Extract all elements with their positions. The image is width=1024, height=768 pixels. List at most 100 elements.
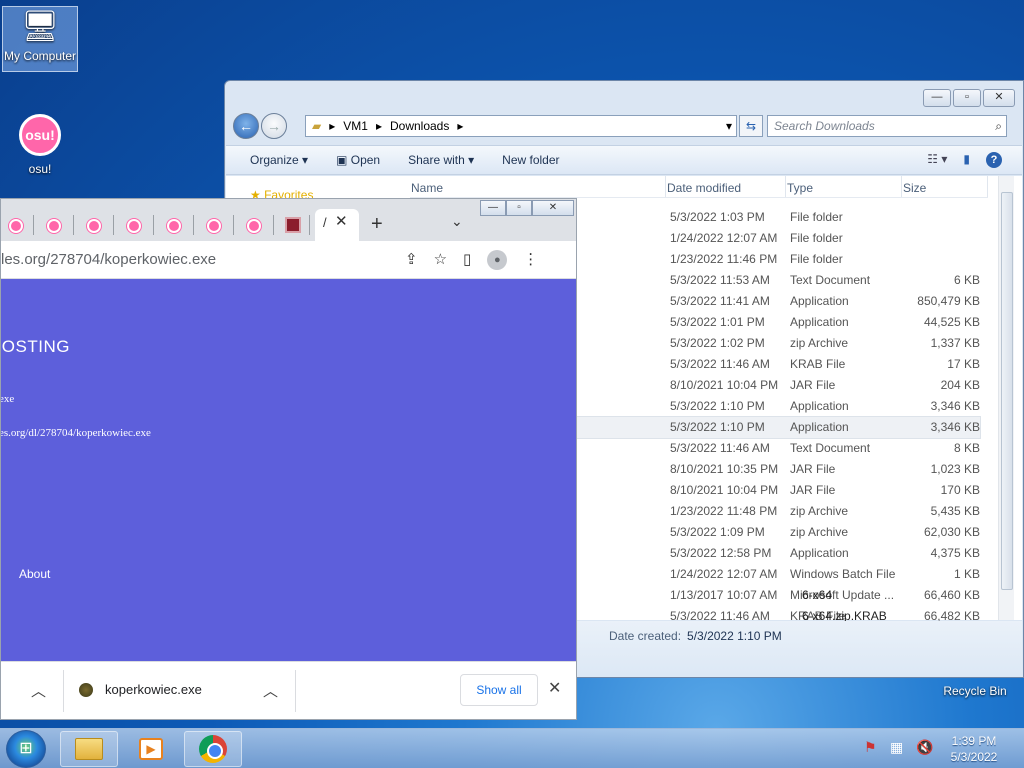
url-text[interactable]: les.org/278704/koperkowiec.exe (1, 251, 216, 268)
desktop-icon-osu[interactable]: osu! osu! (2, 114, 78, 176)
taskbar-explorer[interactable] (60, 731, 118, 767)
about-link[interactable]: About (19, 567, 50, 581)
osu-tab-icon[interactable] (207, 219, 221, 233)
address-dropdown-icon[interactable]: ▾ (726, 119, 736, 133)
close-icon[interactable]: ✕ (548, 678, 561, 698)
file-row[interactable]: 5/3/2022 1:02 PM zip Archive 1,337 KB (576, 333, 980, 354)
file-row[interactable]: 6-x64 1/13/2017 10:07 AM Microsoft Update … (576, 585, 980, 606)
download-separator (63, 670, 64, 712)
new-tab-button[interactable]: + (371, 213, 383, 236)
osu-tab-icon[interactable] (127, 219, 141, 233)
new-folder-button[interactable]: New folder (502, 153, 559, 167)
file-row[interactable]: 5/3/2022 1:09 PM zip Archive 62,030 KB (576, 522, 980, 543)
forward-button[interactable]: → (261, 113, 287, 139)
file-size: 170 KB (940, 483, 980, 497)
taskbar-media-player[interactable]: ▶ (122, 731, 180, 767)
windows-logo-icon: ⊞ (19, 740, 33, 757)
close-button[interactable]: ✕ (532, 200, 574, 216)
menu-kebab-icon[interactable]: ⋮ (523, 250, 538, 270)
network-icon[interactable]: ▦ (890, 739, 906, 755)
vertical-scrollbar[interactable] (998, 176, 1014, 620)
file-size: 3,346 KB (930, 420, 980, 434)
side-panel-icon[interactable]: ▯ (463, 250, 471, 270)
file-row[interactable]: 5/3/2022 11:53 AM Text Document 6 KB (576, 270, 980, 291)
open-button[interactable]: ▣ Open (336, 153, 380, 167)
web-page: HOSTING exe es.org/dl/278704/koperkowiec… (1, 279, 576, 661)
desktop-icon-my-computer[interactable]: 🖥 My Computer (2, 6, 78, 72)
omnibox[interactable]: les.org/278704/koperkowiec.exe ⇪ ☆ ▯ ● ⋮ (1, 241, 576, 279)
address-bar[interactable]: ▰ ▸ VM1 ▸ Downloads ▸ ▾ (305, 115, 737, 137)
help-icon[interactable]: ? (986, 152, 1002, 168)
osu-tab-icon[interactable] (87, 219, 101, 233)
osu-tab-icon[interactable] (47, 219, 61, 233)
file-date: 8/10/2021 10:35 PM (670, 462, 779, 476)
profile-avatar-icon[interactable]: ● (487, 250, 508, 270)
tab-active[interactable]: / ✕ (315, 209, 359, 241)
osu-tab-icon[interactable] (9, 219, 23, 233)
file-size: 1 KB (953, 567, 980, 581)
action-center-flag-icon[interactable]: ⚑ (864, 739, 880, 755)
close-button[interactable]: ✕ (983, 89, 1015, 107)
file-row[interactable]: 1/23/2022 11:46 PM File folder (576, 249, 980, 270)
desktop-icon-recycle-bin[interactable]: Recycle Bin (940, 682, 1010, 698)
file-row[interactable]: 8/10/2021 10:35 PM JAR File 1,023 KB (576, 459, 980, 480)
download-shelf: ︿ koperkowiec.exe ︿ Show all ✕ (1, 661, 576, 719)
back-button[interactable]: ← (233, 113, 259, 139)
osu-tab-icon[interactable] (167, 219, 181, 233)
file-row[interactable]: 5/3/2022 11:41 AM Application 850,479 KB (576, 291, 980, 312)
column-header-size[interactable]: Size (902, 176, 988, 197)
share-icon[interactable]: ⇪ (405, 250, 418, 270)
file-date: 1/24/2022 12:07 AM (670, 231, 778, 245)
osu-tab-icon[interactable] (247, 219, 261, 233)
file-row[interactable]: 8/10/2021 10:04 PM JAR File 204 KB (576, 375, 980, 396)
file-row[interactable]: 5/3/2022 1:10 PM Application 3,346 KB (576, 396, 980, 417)
organize-button[interactable]: Organize ▾ (250, 153, 308, 167)
chevron-up-icon[interactable]: ︿ (31, 680, 46, 701)
file-row[interactable]: 1/24/2022 12:07 AM Windows Batch File 1 KB (576, 564, 980, 585)
file-row[interactable]: 5/3/2022 11:46 AM KRAB File 17 KB (576, 354, 980, 375)
chevron-up-icon[interactable]: ︿ (263, 680, 278, 701)
clock[interactable]: 1:39 PM 5/3/2022 (936, 733, 1012, 765)
breadcrumb-vm1[interactable]: VM1 (343, 119, 368, 133)
file-row[interactable]: 5/3/2022 1:03 PM File folder (576, 207, 980, 228)
preview-pane-icon[interactable]: ▮ (963, 152, 970, 168)
scrollbar-thumb[interactable] (1001, 192, 1013, 590)
column-header-date[interactable]: Date modified (666, 176, 786, 197)
system-tray: ⚑ ▦ 🔇 (864, 739, 933, 755)
page-download-link[interactable]: es.org/dl/278704/koperkowiec.exe (1, 427, 151, 439)
download-item[interactable]: koperkowiec.exe (79, 682, 202, 697)
file-row[interactable]: 1/24/2022 12:07 AM File folder (576, 228, 980, 249)
breadcrumb-downloads[interactable]: Downloads (390, 119, 449, 133)
start-button[interactable]: ⊞ (6, 730, 46, 768)
search-input[interactable]: Search Downloads ⌕ (767, 115, 1007, 137)
profile-tab-icon[interactable] (285, 217, 301, 233)
view-options-icon[interactable]: ☷ ▾ (927, 152, 947, 168)
minimize-button[interactable]: — (480, 200, 506, 216)
maximize-button[interactable]: ▫ (953, 89, 981, 107)
refresh-button[interactable]: ⇆ (739, 115, 763, 137)
file-row[interactable]: 5/3/2022 11:46 AM Text Document 8 KB (576, 438, 980, 459)
column-header-name[interactable]: Name (410, 176, 666, 197)
share-with-button[interactable]: Share with ▾ (408, 153, 474, 167)
file-row[interactable]: 1/23/2022 11:48 PM zip Archive 5,435 KB (576, 501, 980, 522)
file-date: 8/10/2021 10:04 PM (670, 483, 779, 497)
bookmark-star-icon[interactable]: ☆ (434, 250, 447, 270)
file-date: 1/24/2022 12:07 AM (670, 567, 778, 581)
folder-icon (75, 738, 103, 760)
minimize-button[interactable]: — (923, 89, 951, 107)
file-row[interactable]: 5/3/2022 12:58 PM Application 4,375 KB (576, 543, 980, 564)
volume-muted-icon[interactable]: 🔇 (916, 739, 933, 755)
file-row[interactable]: 5/3/2022 1:01 PM Application 44,525 KB (576, 312, 980, 333)
show-all-button[interactable]: Show all (460, 674, 538, 706)
maximize-button[interactable]: ▫ (506, 200, 532, 216)
column-header-type[interactable]: Type (786, 176, 902, 197)
file-row[interactable]: 8/10/2021 10:04 PM JAR File 170 KB (576, 480, 980, 501)
file-date: 5/3/2022 1:09 PM (670, 525, 765, 539)
tab-search-chevron-icon[interactable]: ⌄ (451, 213, 463, 230)
computer-icon: 🖥 (20, 10, 60, 43)
file-row[interactable]: 5/3/2022 1:10 PM Application 3,346 KB (575, 416, 981, 439)
file-date: 1/23/2022 11:48 PM (670, 504, 778, 518)
page-filename-text: exe (0, 393, 15, 405)
taskbar-chrome[interactable] (184, 731, 242, 767)
close-tab-icon[interactable]: ✕ (335, 212, 348, 230)
